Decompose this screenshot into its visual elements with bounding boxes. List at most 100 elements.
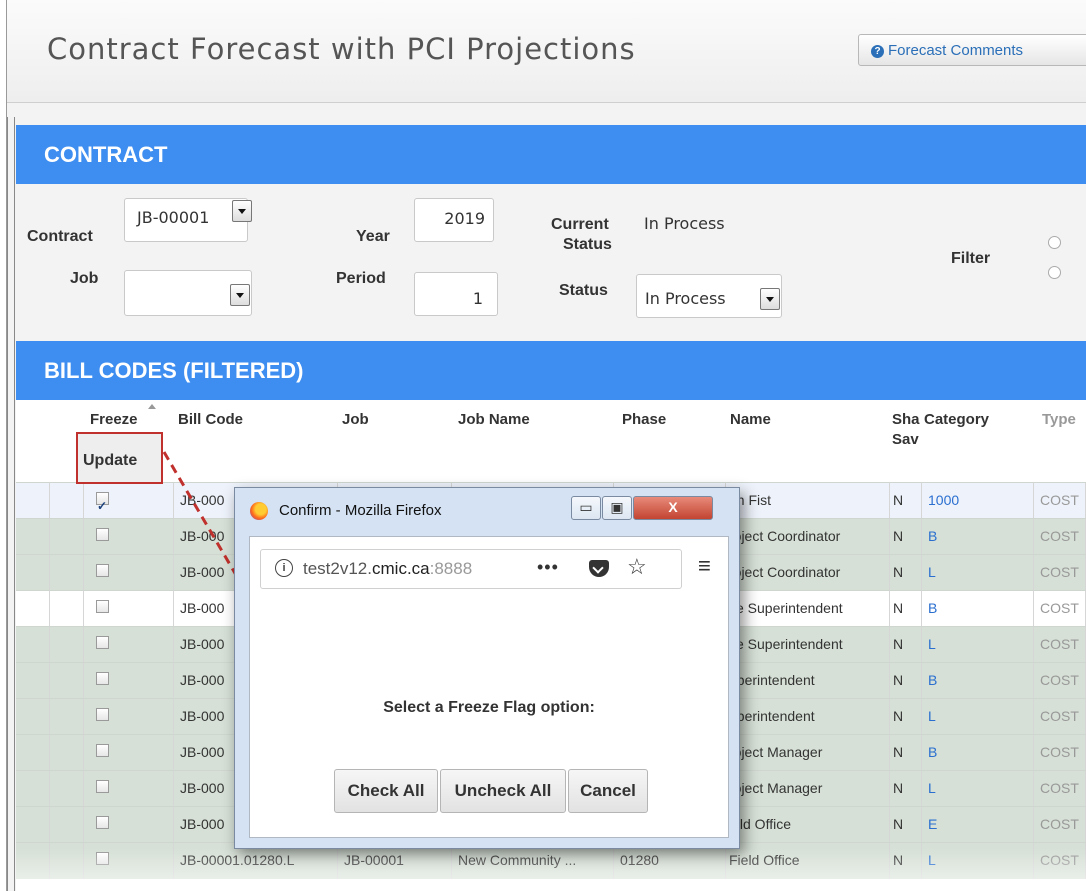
dialog-message: Select a Freeze Flag option: bbox=[383, 699, 595, 716]
year-input[interactable]: 2019 bbox=[414, 198, 494, 242]
row-selector-cell bbox=[16, 735, 50, 771]
share-cell: N bbox=[890, 627, 922, 663]
current-status-value: In Process bbox=[644, 214, 725, 233]
freeze-checkbox[interactable] bbox=[96, 489, 109, 519]
share-cell: N bbox=[890, 663, 922, 699]
column-header-job[interactable]: Job bbox=[338, 400, 453, 482]
confirm-dialog: Confirm - Mozilla Firefox ▭ ▣ X i test2v… bbox=[234, 487, 740, 849]
freeze-update-link[interactable]: Update bbox=[83, 452, 137, 470]
type-cell: COST bbox=[1034, 519, 1086, 555]
url-bar[interactable]: i test2v12.cmic.ca:8888 ••• ☆ bbox=[260, 549, 682, 589]
freeze-cell bbox=[84, 699, 174, 735]
type-cell: COST bbox=[1034, 483, 1086, 519]
name-cell: uperintendent bbox=[726, 699, 890, 735]
share-cell: N bbox=[890, 843, 922, 879]
url-text: test2v12.cmic.ca:8888 bbox=[303, 559, 472, 579]
freeze-checkbox[interactable] bbox=[96, 672, 109, 685]
freeze-checkbox[interactable] bbox=[96, 744, 109, 757]
category-cell: L bbox=[922, 555, 1034, 591]
column-header-bill-code[interactable]: Bill Code bbox=[174, 400, 339, 482]
share-cell: N bbox=[890, 519, 922, 555]
category-cell: B bbox=[922, 663, 1034, 699]
row-selector-cell bbox=[50, 735, 84, 771]
pocket-icon[interactable] bbox=[589, 560, 609, 577]
category-cell: B bbox=[922, 735, 1034, 771]
column-header-share[interactable]: Sha Sav bbox=[890, 400, 923, 482]
dialog-body: i test2v12.cmic.ca:8888 ••• ☆ ≡ Select a… bbox=[249, 536, 729, 838]
info-icon[interactable]: i bbox=[275, 559, 293, 577]
row-selector-cell bbox=[16, 807, 50, 843]
type-cell: COST bbox=[1034, 699, 1086, 735]
current-status-label-2: Status bbox=[563, 236, 612, 253]
row-selector-cell bbox=[50, 591, 84, 627]
freeze-checkbox[interactable] bbox=[96, 528, 109, 541]
name-cell: ite Superintendent bbox=[726, 591, 890, 627]
bookmark-star-icon[interactable]: ☆ bbox=[627, 554, 647, 580]
column-header-category-label: Category bbox=[924, 411, 990, 428]
row-selector-cell bbox=[50, 519, 84, 555]
type-cell: COST bbox=[1034, 555, 1086, 591]
uncheck-all-button[interactable]: Uncheck All bbox=[440, 769, 566, 813]
period-label: Period bbox=[336, 270, 386, 287]
column-header-name[interactable]: Name bbox=[726, 400, 891, 482]
column-header-share-label-2: Sav bbox=[892, 431, 919, 448]
minimize-icon[interactable]: ▭ bbox=[571, 496, 601, 520]
row-selector-cell bbox=[50, 627, 84, 663]
freeze-checkbox[interactable] bbox=[96, 708, 109, 721]
help-icon: ? bbox=[871, 45, 884, 58]
cancel-button[interactable]: Cancel bbox=[568, 769, 648, 813]
column-header-phase-label: Phase bbox=[622, 411, 667, 428]
check-all-button[interactable]: Check All bbox=[334, 769, 438, 813]
url-plain: test2v12. bbox=[303, 559, 372, 578]
column-header-job-name[interactable]: Job Name bbox=[452, 400, 615, 482]
column-header-share-label: Sha bbox=[892, 411, 920, 428]
job-dropdown-button[interactable] bbox=[230, 284, 250, 306]
freeze-checkbox[interactable] bbox=[96, 816, 109, 829]
row-selector-cell bbox=[50, 843, 84, 879]
status-label: Status bbox=[559, 282, 608, 299]
period-value: 1 bbox=[472, 289, 483, 308]
freeze-checkbox[interactable] bbox=[96, 600, 109, 613]
freeze-checkbox[interactable] bbox=[96, 636, 109, 649]
type-cell: COST bbox=[1034, 735, 1086, 771]
forecast-comments-button[interactable]: ? Forecast Comments bbox=[858, 34, 1086, 66]
contract-value: JB-00001 bbox=[137, 208, 210, 227]
name-cell: uperintendent bbox=[726, 663, 890, 699]
category-cell: L bbox=[922, 627, 1034, 663]
column-header-type[interactable]: Type bbox=[1034, 400, 1086, 482]
share-cell: N bbox=[890, 771, 922, 807]
page-title: Contract Forecast with PCI Projections bbox=[47, 32, 636, 66]
page-actions-icon[interactable]: ••• bbox=[537, 557, 559, 578]
contract-select[interactable]: JB-00001 bbox=[124, 198, 248, 242]
category-cell: B bbox=[922, 591, 1034, 627]
firefox-logo-icon bbox=[250, 502, 268, 520]
column-header-phase[interactable]: Phase bbox=[614, 400, 727, 482]
row-selector-cell bbox=[16, 663, 50, 699]
filter-label: Filter bbox=[951, 250, 991, 267]
row-selector-cell bbox=[50, 663, 84, 699]
type-cell: COST bbox=[1034, 771, 1086, 807]
share-cell: N bbox=[890, 555, 922, 591]
period-input[interactable]: 1 bbox=[414, 272, 498, 316]
name-cell: ield Office bbox=[726, 807, 890, 843]
status-dropdown-button[interactable] bbox=[760, 288, 780, 310]
freeze-checkbox[interactable] bbox=[96, 852, 109, 865]
freeze-checkbox[interactable] bbox=[96, 564, 109, 577]
name-cell: roject Coordinator bbox=[726, 519, 890, 555]
row-selector-cell bbox=[50, 807, 84, 843]
contract-dropdown-button[interactable] bbox=[232, 200, 252, 222]
filter-radio-2[interactable] bbox=[1048, 266, 1061, 279]
maximize-icon[interactable]: ▣ bbox=[602, 496, 632, 520]
filter-radio-1[interactable] bbox=[1048, 236, 1061, 249]
freeze-cell bbox=[84, 807, 174, 843]
freeze-cell bbox=[84, 771, 174, 807]
column-header-category[interactable]: Category bbox=[922, 400, 1035, 482]
close-icon[interactable]: X bbox=[633, 496, 713, 520]
column-header-freeze-label: Freeze bbox=[90, 411, 138, 428]
share-cell: N bbox=[890, 699, 922, 735]
freeze-checkbox[interactable] bbox=[96, 780, 109, 793]
share-cell: N bbox=[890, 735, 922, 771]
hamburger-menu-icon[interactable]: ≡ bbox=[698, 553, 711, 579]
row-selector-cell bbox=[16, 699, 50, 735]
freeze-cell bbox=[84, 555, 174, 591]
